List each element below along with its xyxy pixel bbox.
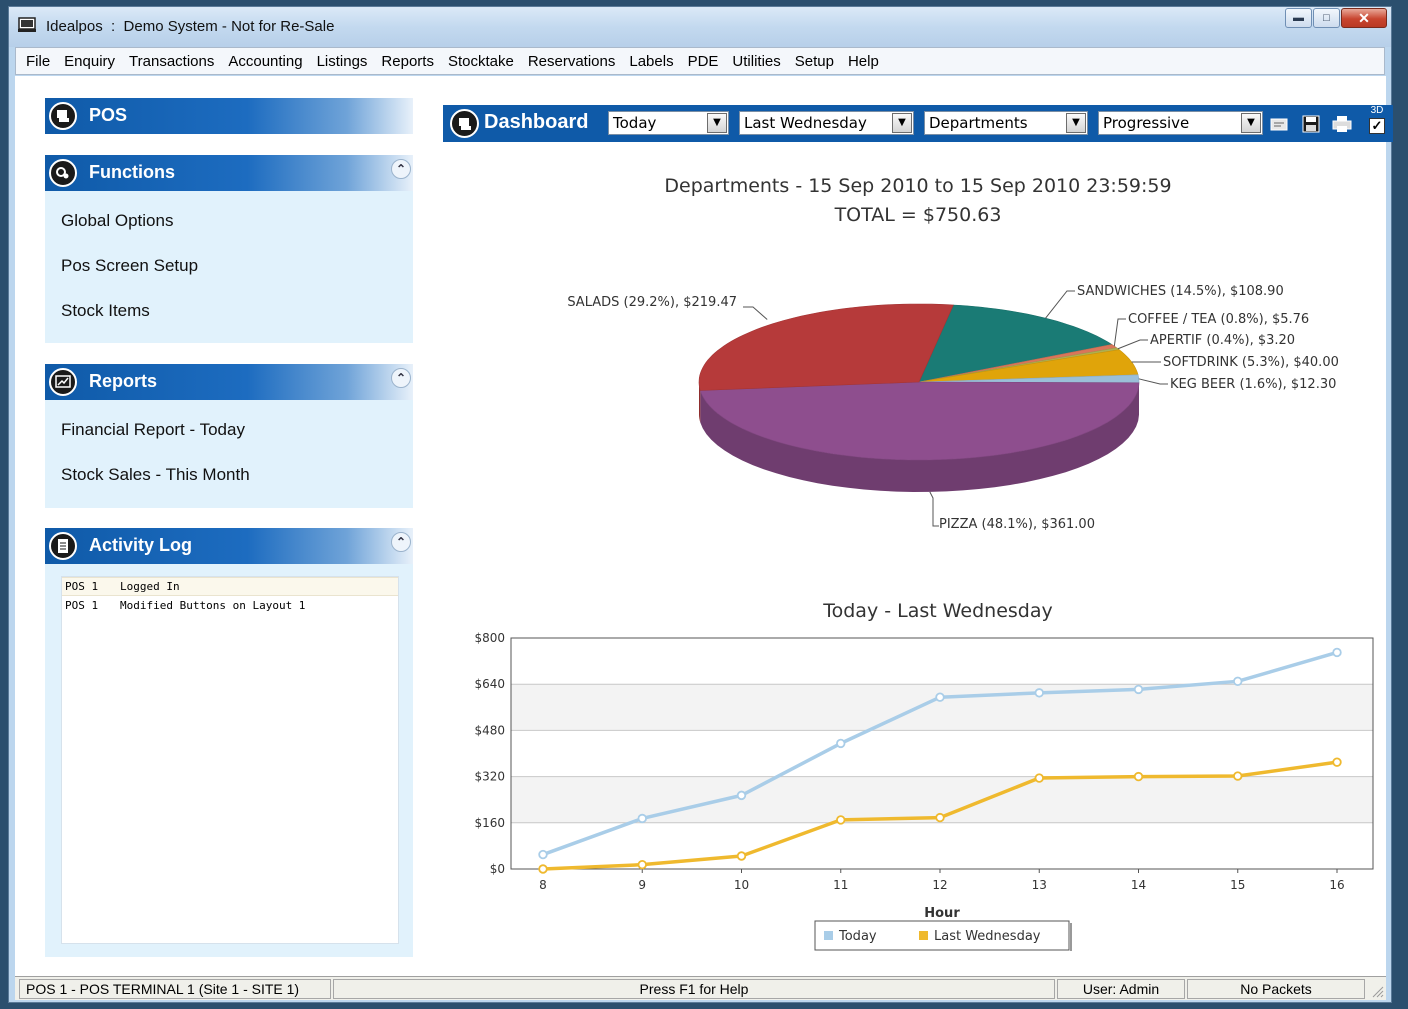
data-point-today[interactable] xyxy=(935,692,945,702)
y-tick-label: $480 xyxy=(474,723,505,737)
maximize-icon: □ xyxy=(1323,12,1330,24)
legend-swatch xyxy=(919,931,928,940)
close-icon: ✕ xyxy=(1358,9,1370,26)
app-window: Idealpos : Demo System - Not for Re-Sale… xyxy=(8,6,1393,1003)
data-point-today[interactable] xyxy=(736,790,747,801)
pie-label-softdrink: SOFTDRINK (5.3%), $40.00 xyxy=(1163,355,1339,370)
data-point-last-wednesday[interactable] xyxy=(637,859,647,870)
menu-labels[interactable]: Labels xyxy=(623,53,681,70)
chart-legend: Today Last Wednesday xyxy=(814,920,1072,951)
x-axis-label: Hour xyxy=(924,906,960,921)
pie-top-group xyxy=(698,303,1140,461)
pie-leader-line xyxy=(1138,378,1168,385)
pie-leader-line xyxy=(1045,290,1075,319)
pie-label-sandwiches: SANDWICHES (14.5%), $108.90 xyxy=(1077,284,1284,299)
menu-reservations[interactable]: Reservations xyxy=(522,53,624,70)
grid-band xyxy=(511,684,1373,731)
data-point-today[interactable] xyxy=(836,738,846,749)
main-client-area: POS Functions ⌃ Global Options Pos Scree… xyxy=(15,76,1393,976)
data-point-today[interactable] xyxy=(1034,688,1044,698)
data-point-last-wednesday[interactable] xyxy=(1034,773,1044,783)
pie-leader-line xyxy=(1113,318,1126,347)
close-button[interactable]: ✕ xyxy=(1341,8,1387,28)
grid-band xyxy=(511,730,1373,777)
window-title: Idealpos : Demo System - Not for Re-Sale xyxy=(46,18,335,35)
minimize-button[interactable]: ▬ xyxy=(1285,8,1312,28)
data-point-last-wednesday[interactable] xyxy=(1133,771,1144,782)
menu-stocktake[interactable]: Stocktake xyxy=(442,53,522,70)
x-tick-label: 9 xyxy=(638,878,646,892)
status-terminal: POS 1 - POS TERMINAL 1 (Site 1 - SITE 1) xyxy=(19,979,331,999)
y-tick-label: $160 xyxy=(474,816,505,830)
line-chart: $0 $160 $320 $480 $640 $800 8 9 10 11 12 13 14 15 16 Ho… xyxy=(474,631,1374,951)
pie-label-pizza: PIZZA (48.1%), $361.00 xyxy=(939,517,1095,532)
data-point-today[interactable] xyxy=(637,813,647,824)
x-tick-label: 13 xyxy=(1032,878,1047,892)
menu-enquiry[interactable]: Enquiry xyxy=(58,53,123,70)
title-bar[interactable]: Idealpos : Demo System - Not for Re-Sale… xyxy=(9,7,1391,47)
menu-reports[interactable]: Reports xyxy=(375,53,442,70)
x-tick-label: 14 xyxy=(1131,878,1146,892)
x-tick-label: 12 xyxy=(932,878,947,892)
menu-setup[interactable]: Setup xyxy=(789,53,842,70)
legend-label: Today xyxy=(838,929,877,944)
pie-leader-line xyxy=(743,306,768,320)
menu-accounting[interactable]: Accounting xyxy=(222,53,310,70)
grid-band xyxy=(511,638,1373,685)
pie-chart: SANDWICHES (14.5%), $108.90 COFFEE / TEA … xyxy=(567,284,1339,532)
data-point-last-wednesday[interactable] xyxy=(1233,771,1243,781)
legend-label: Last Wednesday xyxy=(934,929,1041,944)
pie-label-salads: SALADS (29.2%), $219.47 xyxy=(567,295,737,310)
maximize-button[interactable]: □ xyxy=(1313,8,1340,28)
y-tick-label: $320 xyxy=(474,770,505,784)
x-tick-label: 8 xyxy=(539,878,547,892)
status-bar: POS 1 - POS TERMINAL 1 (Site 1 - SITE 1)… xyxy=(15,976,1386,1000)
menu-help[interactable]: Help xyxy=(842,53,887,70)
y-tick-label: $640 xyxy=(474,677,505,691)
menu-transactions[interactable]: Transactions xyxy=(123,53,222,70)
x-tick-label: 15 xyxy=(1230,878,1245,892)
status-user: User: Admin xyxy=(1057,979,1185,999)
pie-label-apertif: APERTIF (0.4%), $3.20 xyxy=(1150,333,1295,348)
minimize-icon: ▬ xyxy=(1293,12,1304,24)
x-tick-label: 16 xyxy=(1329,878,1344,892)
menu-pde[interactable]: PDE xyxy=(682,53,727,70)
menu-file[interactable]: File xyxy=(20,53,58,70)
y-tick-label: $800 xyxy=(474,631,505,645)
menu-listings[interactable]: Listings xyxy=(311,53,376,70)
data-point-last-wednesday[interactable] xyxy=(538,864,548,874)
x-tick-label: 10 xyxy=(734,878,749,892)
menu-utilities[interactable]: Utilities xyxy=(726,53,788,70)
data-point-last-wednesday[interactable] xyxy=(836,815,846,825)
data-point-today[interactable] xyxy=(538,849,548,860)
y-tick-label: $0 xyxy=(490,862,505,876)
resize-grip-icon[interactable] xyxy=(1370,984,1384,998)
data-point-today[interactable] xyxy=(1332,647,1342,658)
data-point-last-wednesday[interactable] xyxy=(1332,757,1342,767)
status-help: Press F1 for Help xyxy=(333,979,1055,999)
pie-leader-line xyxy=(929,491,939,527)
legend-swatch xyxy=(824,931,833,940)
legend-shadow xyxy=(1070,923,1072,951)
pie-label-coffee-tea: COFFEE / TEA (0.8%), $5.76 xyxy=(1128,312,1309,327)
data-point-last-wednesday[interactable] xyxy=(736,851,747,861)
pie-leader-line xyxy=(1117,339,1148,350)
pie-label-keg-beer: KEG BEER (1.6%), $12.30 xyxy=(1170,377,1336,392)
status-packets: No Packets xyxy=(1187,979,1365,999)
pie-slice-salads[interactable] xyxy=(698,303,954,391)
menu-bar: File Enquiry Transactions Accounting Listing… xyxy=(15,47,1385,75)
data-point-last-wednesday[interactable] xyxy=(935,812,945,823)
line-chart-title: Today - Last Wednesday xyxy=(823,600,1053,622)
data-point-today[interactable] xyxy=(1233,676,1243,687)
data-point-today[interactable] xyxy=(1133,684,1144,695)
app-icon xyxy=(18,17,36,32)
x-tick-label: 11 xyxy=(833,878,848,892)
